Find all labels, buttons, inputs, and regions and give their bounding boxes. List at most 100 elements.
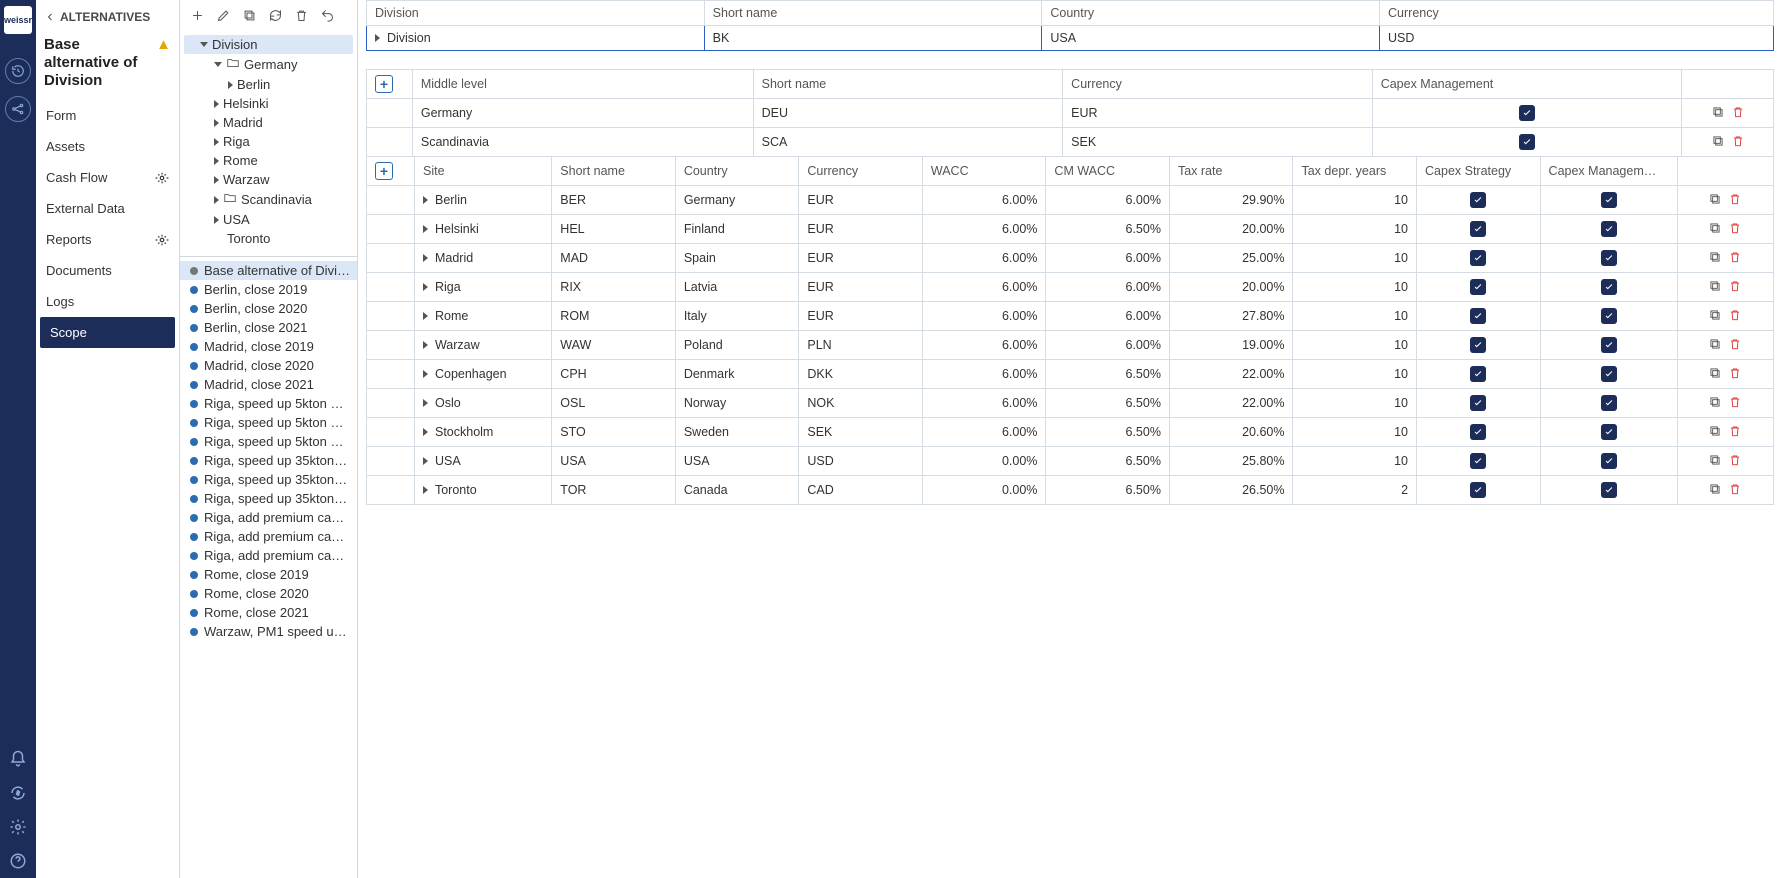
delete-row-icon[interactable] [1727,365,1743,381]
alternative-item[interactable]: Riga, speed up 5kton … [180,394,357,413]
checkbox-checked[interactable] [1601,366,1617,382]
edit-icon[interactable] [214,6,232,24]
site-row[interactable]: WarzawWAWPolandPLN6.00%6.00%19.00%10 [367,331,1774,360]
delete-row-icon[interactable] [1727,452,1743,468]
alternative-item[interactable]: Riga, add premium ca… [180,527,357,546]
help-icon[interactable] [7,850,29,872]
chevron-right-icon[interactable] [375,34,380,42]
alternative-item[interactable]: Berlin, close 2021 [180,318,357,337]
copy-row-icon[interactable] [1710,133,1726,149]
chevron-right-icon[interactable] [423,312,428,320]
checkbox-checked[interactable] [1519,134,1535,150]
refresh-icon[interactable] [266,6,284,24]
checkbox-checked[interactable] [1470,366,1486,382]
alternative-item[interactable]: Madrid, close 2019 [180,337,357,356]
sidebar-item-external-data[interactable]: External Data [36,193,179,224]
chevron-right-icon[interactable] [423,254,428,262]
division-row[interactable]: Division BK USA USD [367,26,1774,51]
chevron-right-icon[interactable] [423,370,428,378]
copy-row-icon[interactable] [1707,191,1723,207]
middle-row[interactable]: GermanyDEUEUR [367,99,1774,128]
alternative-item[interactable]: Riga, speed up 5kton … [180,413,357,432]
sidebar-item-cash-flow[interactable]: Cash Flow [36,162,179,193]
sidebar-item-documents[interactable]: Documents [36,255,179,286]
alternative-item[interactable]: Riga, add premium ca… [180,508,357,527]
checkbox-checked[interactable] [1601,453,1617,469]
tree-node-usa[interactable]: USA [184,210,353,229]
tree-node-warzaw[interactable]: Warzaw [184,170,353,189]
alternative-item[interactable]: Base alternative of Divi… [180,261,357,280]
chevron-right-icon[interactable] [423,283,428,291]
copy-row-icon[interactable] [1707,278,1723,294]
copy-row-icon[interactable] [1707,307,1723,323]
site-row[interactable]: USAUSAUSAUSD0.00%6.50%25.80%10 [367,447,1774,476]
tree-node-berlin[interactable]: Berlin [184,75,353,94]
copy-icon[interactable] [240,6,258,24]
chevron-right-icon[interactable] [423,196,428,204]
delete-row-icon[interactable] [1730,104,1746,120]
tree-node-helsinki[interactable]: Helsinki [184,94,353,113]
checkbox-checked[interactable] [1470,453,1486,469]
alternative-item[interactable]: Berlin, close 2020 [180,299,357,318]
chevron-right-icon[interactable] [423,341,428,349]
alternative-item[interactable]: Riga, speed up 35kton… [180,451,357,470]
copy-row-icon[interactable] [1707,365,1723,381]
chevron-right-icon[interactable] [423,225,428,233]
alternative-item[interactable]: Warzaw, PM1 speed u… [180,622,357,641]
checkbox-checked[interactable] [1470,337,1486,353]
copy-row-icon[interactable] [1710,104,1726,120]
delete-row-icon[interactable] [1727,423,1743,439]
alternative-item[interactable]: Madrid, close 2021 [180,375,357,394]
copy-row-icon[interactable] [1707,336,1723,352]
sidebar-item-scope[interactable]: Scope [40,317,175,348]
delete-row-icon[interactable] [1727,220,1743,236]
checkbox-checked[interactable] [1519,105,1535,121]
site-row[interactable]: RomeROMItalyEUR6.00%6.00%27.80%10 [367,302,1774,331]
trash-icon[interactable] [292,6,310,24]
checkbox-checked[interactable] [1470,308,1486,324]
undo-icon[interactable] [318,6,336,24]
site-row[interactable]: StockholmSTOSwedenSEK6.00%6.50%20.60%10 [367,418,1774,447]
checkbox-checked[interactable] [1601,308,1617,324]
tree-node-rome[interactable]: Rome [184,151,353,170]
checkbox-checked[interactable] [1470,250,1486,266]
delete-row-icon[interactable] [1727,394,1743,410]
checkbox-checked[interactable] [1601,337,1617,353]
add-site-button[interactable]: + [375,162,393,180]
tree-node-division[interactable]: Division [184,35,353,54]
checkbox-checked[interactable] [1601,279,1617,295]
checkbox-checked[interactable] [1470,424,1486,440]
tree-node-riga[interactable]: Riga [184,132,353,151]
copy-row-icon[interactable] [1707,481,1723,497]
checkbox-checked[interactable] [1601,250,1617,266]
bell-icon[interactable] [7,748,29,770]
delete-row-icon[interactable] [1727,307,1743,323]
tree-node-madrid[interactable]: Madrid [184,113,353,132]
delete-row-icon[interactable] [1730,133,1746,149]
middle-row[interactable]: ScandinaviaSCASEK [367,128,1774,157]
alternative-item[interactable]: Riga, add premium ca… [180,546,357,565]
brand-logo[interactable]: weissr [4,6,32,34]
sidebar-item-reports[interactable]: Reports [36,224,179,255]
checkbox-checked[interactable] [1470,395,1486,411]
sidebar-item-form[interactable]: Form [36,100,179,131]
delete-row-icon[interactable] [1727,336,1743,352]
copy-row-icon[interactable] [1707,249,1723,265]
checkbox-checked[interactable] [1601,482,1617,498]
alternative-item[interactable]: Rome, close 2020 [180,584,357,603]
alternative-item[interactable]: Rome, close 2019 [180,565,357,584]
alternative-item[interactable]: Riga, speed up 35kton… [180,470,357,489]
share-icon[interactable] [5,96,31,122]
tree-node-toronto[interactable]: Toronto [184,229,353,248]
sidebar-item-logs[interactable]: Logs [36,286,179,317]
alternative-item[interactable]: Riga, speed up 5kton … [180,432,357,451]
gear-icon[interactable] [7,816,29,838]
checkbox-checked[interactable] [1470,482,1486,498]
chevron-right-icon[interactable] [423,486,428,494]
alternative-item[interactable]: Berlin, close 2019 [180,280,357,299]
site-row[interactable]: TorontoTORCanadaCAD0.00%6.50%26.50%2 [367,476,1774,505]
tree-node-scandinavia[interactable]: Scandinavia [184,189,353,210]
alternative-item[interactable]: Riga, speed up 35kton… [180,489,357,508]
tree-node-germany[interactable]: Germany [184,54,353,75]
history-icon[interactable] [5,58,31,84]
